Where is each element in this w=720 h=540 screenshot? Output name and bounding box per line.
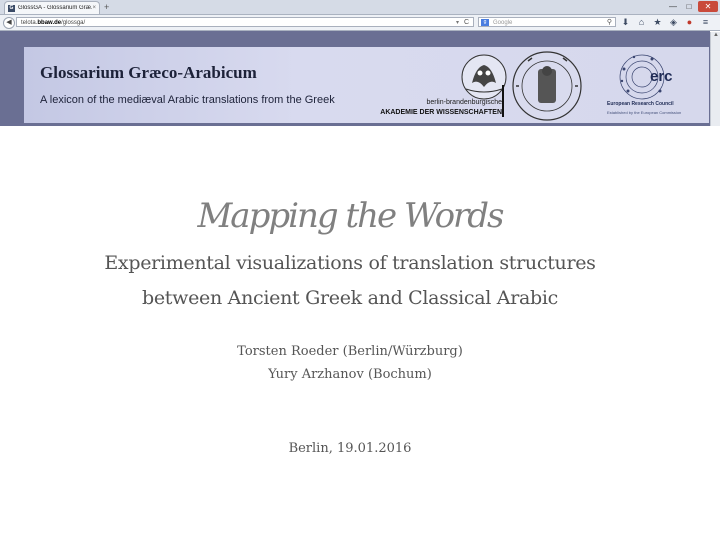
erc-name: European Research Council: [607, 101, 674, 107]
menu-icon[interactable]: ≡: [700, 17, 711, 28]
address-bar[interactable]: telota.bbaw.de/glossga/ ▾ C: [16, 17, 474, 27]
erc-logo-text: erc: [650, 68, 673, 85]
browser-tab[interactable]: G GlossGA - Glossarium Græ... ×: [4, 1, 100, 14]
search-input[interactable]: g Google ⚲: [478, 17, 616, 27]
tab-title: GlossGA - Glossarium Græ...: [18, 5, 93, 11]
url-domain: bbaw.de: [37, 20, 62, 26]
erc-logo-icon: erc: [619, 54, 673, 100]
url-prefix: telota.: [21, 20, 38, 26]
erc-subtitle: Established by the European Commission: [607, 110, 682, 115]
tab-close-icon[interactable]: ×: [92, 5, 96, 11]
bbaw-name-line1: berlin-brandenburgische: [426, 99, 503, 106]
url-dropdown-icon[interactable]: ▾: [456, 18, 459, 28]
author-2: Yury Arzhanov (Bochum): [268, 367, 432, 382]
banner-panel: Glossarium Græco-Arabicum A lexicon of t…: [24, 47, 709, 123]
back-button[interactable]: ◀: [3, 17, 15, 29]
home-icon[interactable]: ⌂: [636, 17, 647, 28]
reload-button[interactable]: C: [464, 18, 469, 28]
navigation-bar: ◀ telota.bbaw.de/glossga/ ▾ C g Google ⚲…: [0, 15, 720, 31]
author-1: Torsten Roeder (Berlin/Würzburg): [237, 344, 463, 359]
window-maximize-button[interactable]: □: [682, 1, 696, 12]
place-date: Berlin, 19.01.2016: [288, 441, 412, 456]
shield-icon[interactable]: ◈: [668, 17, 679, 28]
search-placeholder: Google: [493, 20, 513, 26]
tab-bar: G GlossGA - Glossarium Græ... × + — □ ✕: [0, 0, 720, 15]
search-icon[interactable]: ⚲: [607, 18, 612, 28]
bbaw-name-line2: AKADEMIE DER WISSENSCHAFTEN: [380, 109, 502, 116]
bochum-university-seal-icon: [512, 51, 582, 121]
addon-icon[interactable]: ●: [684, 17, 695, 28]
slide-subtitle-line2: between Ancient Greek and Classical Arab…: [142, 287, 558, 309]
search-engine-icon[interactable]: g: [481, 19, 489, 26]
window-minimize-button[interactable]: —: [666, 1, 680, 12]
slide-subtitle-line1: Experimental visualizations of translati…: [104, 252, 596, 274]
download-icon[interactable]: ⬇: [620, 17, 631, 28]
new-tab-button[interactable]: +: [104, 1, 109, 13]
page-scrollbar[interactable]: ▲: [710, 32, 720, 126]
url-path: /glossga/: [61, 20, 86, 26]
site-banner: Glossarium Græco-Arabicum A lexicon of t…: [0, 31, 710, 126]
logo-divider: [502, 85, 504, 117]
site-title: Glossarium Græco-Arabicum: [40, 63, 257, 82]
site-subtitle: A lexicon of the mediæval Arabic transla…: [40, 94, 335, 106]
favicon-icon: G: [8, 4, 15, 12]
bookmark-star-icon[interactable]: ★: [652, 17, 663, 28]
slide-title: Mapping the Words: [197, 196, 504, 236]
bbaw-owl-logo-icon: [461, 54, 507, 100]
window-close-button[interactable]: ✕: [698, 1, 718, 12]
scroll-up-icon[interactable]: ▲: [713, 32, 719, 38]
